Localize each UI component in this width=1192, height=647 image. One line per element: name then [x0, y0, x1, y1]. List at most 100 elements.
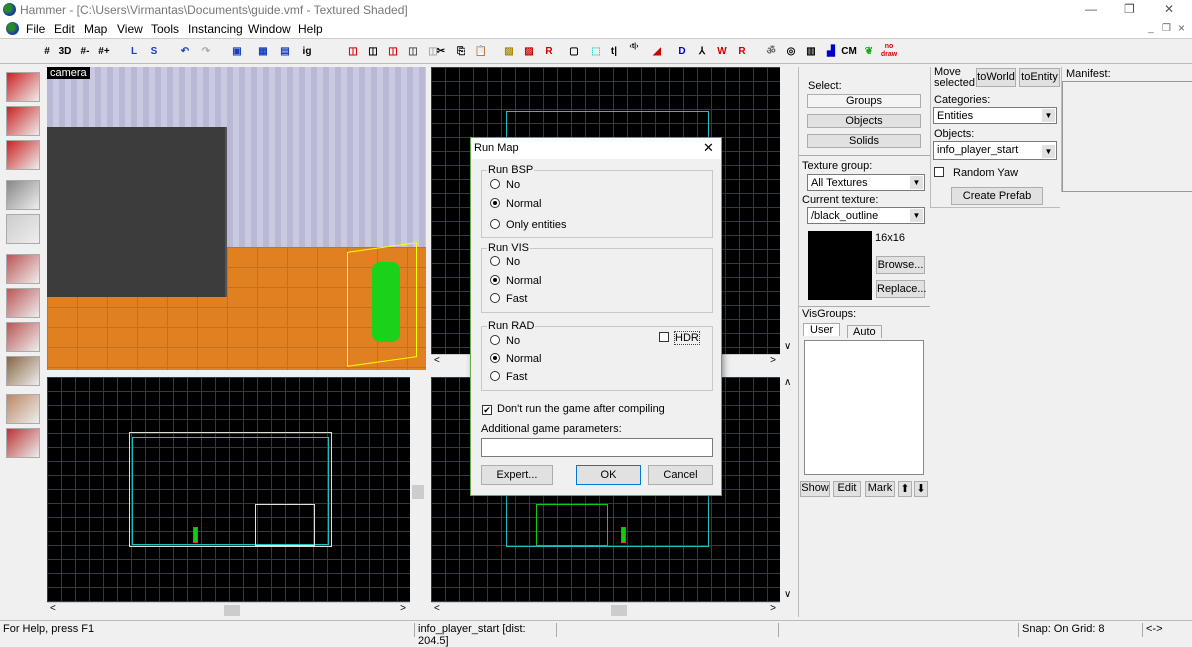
toolbar-button-22[interactable]: R: [540, 43, 558, 61]
select-objects-button[interactable]: Objects: [807, 114, 921, 128]
tab-user[interactable]: User: [803, 323, 841, 336]
toolbar-button-35[interactable]: ▟: [822, 43, 840, 61]
move-down-button[interactable]: ⬇: [914, 481, 928, 497]
entity-tool-icon[interactable]: [6, 180, 40, 210]
replace-button[interactable]: Replace...: [876, 280, 927, 298]
bsp-only-entities-radio[interactable]: Only entities: [490, 219, 567, 231]
front-view-vertical-scrollbar[interactable]: [410, 377, 426, 602]
minimize-button[interactable]: —: [1085, 2, 1097, 16]
create-prefab-button[interactable]: Create Prefab: [951, 187, 1043, 205]
toolbar-button-37[interactable]: ❦: [860, 43, 878, 61]
rad-fast-radio[interactable]: Fast: [490, 371, 527, 383]
toolbar-button-20[interactable]: ▨: [500, 43, 518, 61]
toolbar-button-11[interactable]: ig: [298, 43, 316, 61]
vis-no-radio[interactable]: No: [490, 256, 520, 268]
menu-edit[interactable]: Edit: [54, 22, 75, 36]
texture-group-select[interactable]: All Textures ▼: [807, 174, 925, 191]
toolbar-button-27[interactable]: ◢: [648, 43, 666, 61]
camera-viewport[interactable]: camera: [47, 67, 426, 370]
objects-select[interactable]: info_player_start ▼: [933, 141, 1057, 160]
bsp-normal-radio[interactable]: Normal: [490, 198, 541, 210]
visgroups-list[interactable]: [804, 340, 924, 475]
mdi-minimize-button[interactable]: _: [1148, 23, 1154, 34]
toolbar-button-5[interactable]: S: [145, 43, 163, 61]
rad-normal-radio[interactable]: Normal: [490, 353, 541, 365]
front-2d-viewport[interactable]: [47, 377, 410, 602]
maximize-button[interactable]: ❐: [1124, 2, 1135, 16]
toolbar-button-38[interactable]: no draw: [880, 43, 898, 61]
expert-button[interactable]: Expert...: [481, 465, 553, 485]
manifest-list[interactable]: [1062, 81, 1192, 192]
menu-tools[interactable]: Tools: [151, 22, 179, 36]
menu-file[interactable]: File: [26, 22, 45, 36]
game-params-input[interactable]: [481, 438, 713, 457]
menu-help[interactable]: Help: [298, 22, 323, 36]
toolbar-button-19[interactable]: 📋: [472, 43, 490, 61]
front-view-horizontal-scrollbar[interactable]: < >: [47, 602, 410, 618]
toolbar-button-15[interactable]: ◫: [404, 43, 422, 61]
apply-texture-tool-icon[interactable]: [6, 288, 40, 318]
menu-map[interactable]: Map: [84, 22, 107, 36]
magnify-tool-icon[interactable]: [6, 106, 40, 136]
move-up-button[interactable]: ⬆: [898, 481, 912, 497]
selection-tool-icon[interactable]: [6, 72, 40, 102]
show-button[interactable]: Show: [800, 481, 830, 497]
toolbar-button-4[interactable]: L: [125, 43, 143, 61]
side-view-vertical-scrollbar[interactable]: ∧ ∨: [780, 377, 796, 602]
mdi-close-button[interactable]: ×: [1178, 21, 1185, 35]
toolbar-button-23[interactable]: ▢: [565, 43, 583, 61]
toolbar-button-29[interactable]: ⅄: [693, 43, 711, 61]
top-view-vertical-scrollbar[interactable]: ∨: [780, 67, 796, 354]
decal-tool-icon[interactable]: [6, 322, 40, 352]
dialog-close-button[interactable]: ✕: [703, 140, 714, 156]
ok-button[interactable]: OK: [576, 465, 641, 485]
clip-tool-icon[interactable]: [6, 394, 40, 424]
toolbar-button-2[interactable]: #-: [76, 43, 94, 61]
cancel-button[interactable]: Cancel: [648, 465, 713, 485]
browse-button[interactable]: Browse...: [876, 256, 925, 274]
toolbar-button-1[interactable]: 3D: [56, 43, 74, 61]
to-entity-button[interactable]: toEntity: [1019, 68, 1060, 87]
toolbar-button-32[interactable]: ॐ: [762, 43, 780, 61]
vertex-tool-icon[interactable]: [6, 428, 40, 458]
toolbar-button-8[interactable]: ▣: [228, 43, 246, 61]
toolbar-button-26[interactable]: ‹t|›: [625, 43, 643, 61]
toolbar-button-14[interactable]: ◫: [384, 43, 402, 61]
toolbar-button-3[interactable]: #+: [95, 43, 113, 61]
toolbar-button-10[interactable]: ▤: [276, 43, 294, 61]
toolbar-button-30[interactable]: W: [713, 43, 731, 61]
toolbar-button-0[interactable]: #: [38, 43, 56, 61]
camera-tool-icon[interactable]: [6, 140, 40, 170]
toolbar-button-17[interactable]: ✂: [432, 43, 450, 61]
toolbar-button-25[interactable]: t|: [605, 43, 623, 61]
rad-no-radio[interactable]: No: [490, 335, 520, 347]
dont-run-game-checkbox[interactable]: ✔ Don't run the game after compiling: [482, 403, 665, 415]
toolbar-button-9[interactable]: ▦: [254, 43, 272, 61]
edit-button[interactable]: Edit: [833, 481, 861, 497]
toolbar-button-7[interactable]: ↷: [197, 43, 215, 61]
hdr-checkbox[interactable]: HDR: [659, 331, 700, 345]
toolbar-button-36[interactable]: CM: [840, 43, 858, 61]
toolbar-button-31[interactable]: R: [733, 43, 751, 61]
toolbar-button-28[interactable]: D: [673, 43, 691, 61]
select-solids-button[interactable]: Solids: [807, 134, 921, 148]
toolbar-button-24[interactable]: ⬚: [587, 43, 605, 61]
to-world-button[interactable]: toWorld: [976, 68, 1016, 87]
vis-normal-radio[interactable]: Normal: [490, 275, 541, 287]
bsp-no-radio[interactable]: No: [490, 179, 520, 191]
menu-window[interactable]: Window: [248, 22, 291, 36]
select-groups-button[interactable]: Groups: [807, 94, 921, 108]
mark-button[interactable]: Mark: [865, 481, 895, 497]
toolbar-button-6[interactable]: ↶: [176, 43, 194, 61]
current-texture-select[interactable]: /black_outline ▼: [807, 207, 925, 224]
close-button[interactable]: ✕: [1164, 2, 1174, 16]
tab-auto[interactable]: Auto: [847, 325, 882, 338]
overlay-tool-icon[interactable]: [6, 356, 40, 386]
vis-fast-radio[interactable]: Fast: [490, 293, 527, 305]
toolbar-button-18[interactable]: ⎘: [452, 43, 470, 61]
side-view-horizontal-scrollbar[interactable]: < >: [431, 602, 780, 618]
toolbar-button-13[interactable]: ◫: [364, 43, 382, 61]
toolbar-button-21[interactable]: ▨: [520, 43, 538, 61]
toolbar-button-12[interactable]: ◫: [344, 43, 362, 61]
menu-view[interactable]: View: [117, 22, 143, 36]
